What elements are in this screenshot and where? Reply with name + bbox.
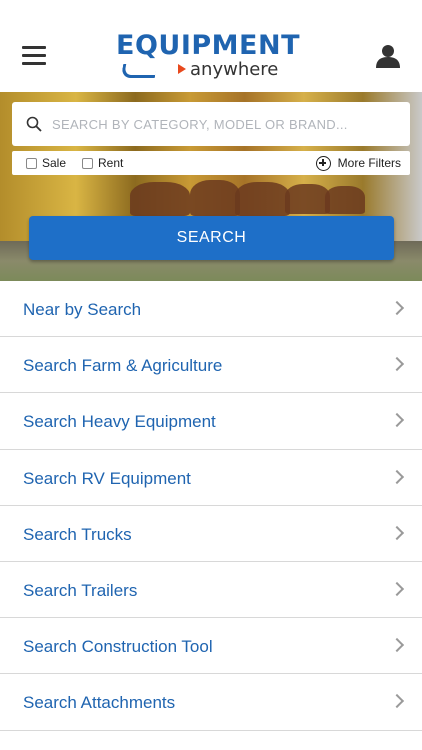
logo-arrow-icon xyxy=(178,64,186,74)
search-placeholder: SEARCH BY CATEGORY, MODEL OR BRAND... xyxy=(52,117,348,132)
logo-sub-text: anywhere xyxy=(190,59,279,80)
search-category-list: Near by Search Search Farm & Agriculture… xyxy=(0,281,422,731)
chevron-right-icon xyxy=(389,694,405,709)
filter-bar: Sale Rent More Filters xyxy=(12,151,410,175)
user-profile-icon[interactable] xyxy=(376,44,400,68)
equipment-anywhere-logo[interactable]: EQUIPMENT anywhere xyxy=(116,30,306,82)
more-filters-label: More Filters xyxy=(337,156,401,170)
logo-main-text: EQUIPMENT xyxy=(116,30,300,61)
list-item-label: Search Farm & Agriculture xyxy=(23,356,223,376)
plus-circle-icon xyxy=(315,155,331,171)
rent-label: Rent xyxy=(98,156,124,170)
sale-label: Sale xyxy=(42,156,67,170)
list-item-label: Search RV Equipment xyxy=(23,468,191,488)
chevron-right-icon xyxy=(389,300,405,316)
sale-checkbox[interactable] xyxy=(26,158,37,169)
list-item-nearby-search[interactable]: Near by Search xyxy=(0,281,422,338)
chevron-right-icon xyxy=(389,581,405,597)
list-item-trucks[interactable]: Search Trucks xyxy=(0,505,422,562)
list-item-label: Search Trailers xyxy=(23,580,138,600)
chevron-right-icon xyxy=(389,357,405,372)
list-item-rv-equipment[interactable]: Search RV Equipment xyxy=(0,449,422,506)
hamburger-menu-icon[interactable] xyxy=(22,46,46,66)
search-button[interactable]: SEARCH xyxy=(29,216,394,260)
chevron-right-icon xyxy=(389,413,405,428)
list-item-label: Search Attachments xyxy=(23,693,176,713)
list-item-trailers[interactable]: Search Trailers xyxy=(0,561,422,619)
list-item-attachments[interactable]: Search Attachments xyxy=(0,674,422,731)
logo-hook-mark xyxy=(120,64,158,78)
chevron-right-icon xyxy=(389,525,405,540)
chevron-right-icon xyxy=(389,638,405,653)
list-item-farm-agriculture[interactable]: Search Farm & Agriculture xyxy=(0,337,422,394)
list-item-label: Search Trucks xyxy=(23,524,132,544)
list-item-heavy-equipment[interactable]: Search Heavy Equipment xyxy=(0,393,422,450)
more-filters-button[interactable]: More Filters xyxy=(315,155,401,171)
app-header: EQUIPMENT anywhere xyxy=(0,0,422,92)
list-item-label: Near by Search xyxy=(23,300,142,319)
search-input[interactable]: SEARCH BY CATEGORY, MODEL OR BRAND... xyxy=(12,102,410,146)
rent-checkbox[interactable] xyxy=(82,158,93,169)
list-item-construction-tool[interactable]: Search Construction Tool xyxy=(0,618,422,675)
search-icon xyxy=(26,116,42,132)
chevron-right-icon xyxy=(389,469,405,484)
list-item-label: Search Construction Tool xyxy=(23,637,213,657)
list-item-label: Search Heavy Equipment xyxy=(23,412,216,432)
